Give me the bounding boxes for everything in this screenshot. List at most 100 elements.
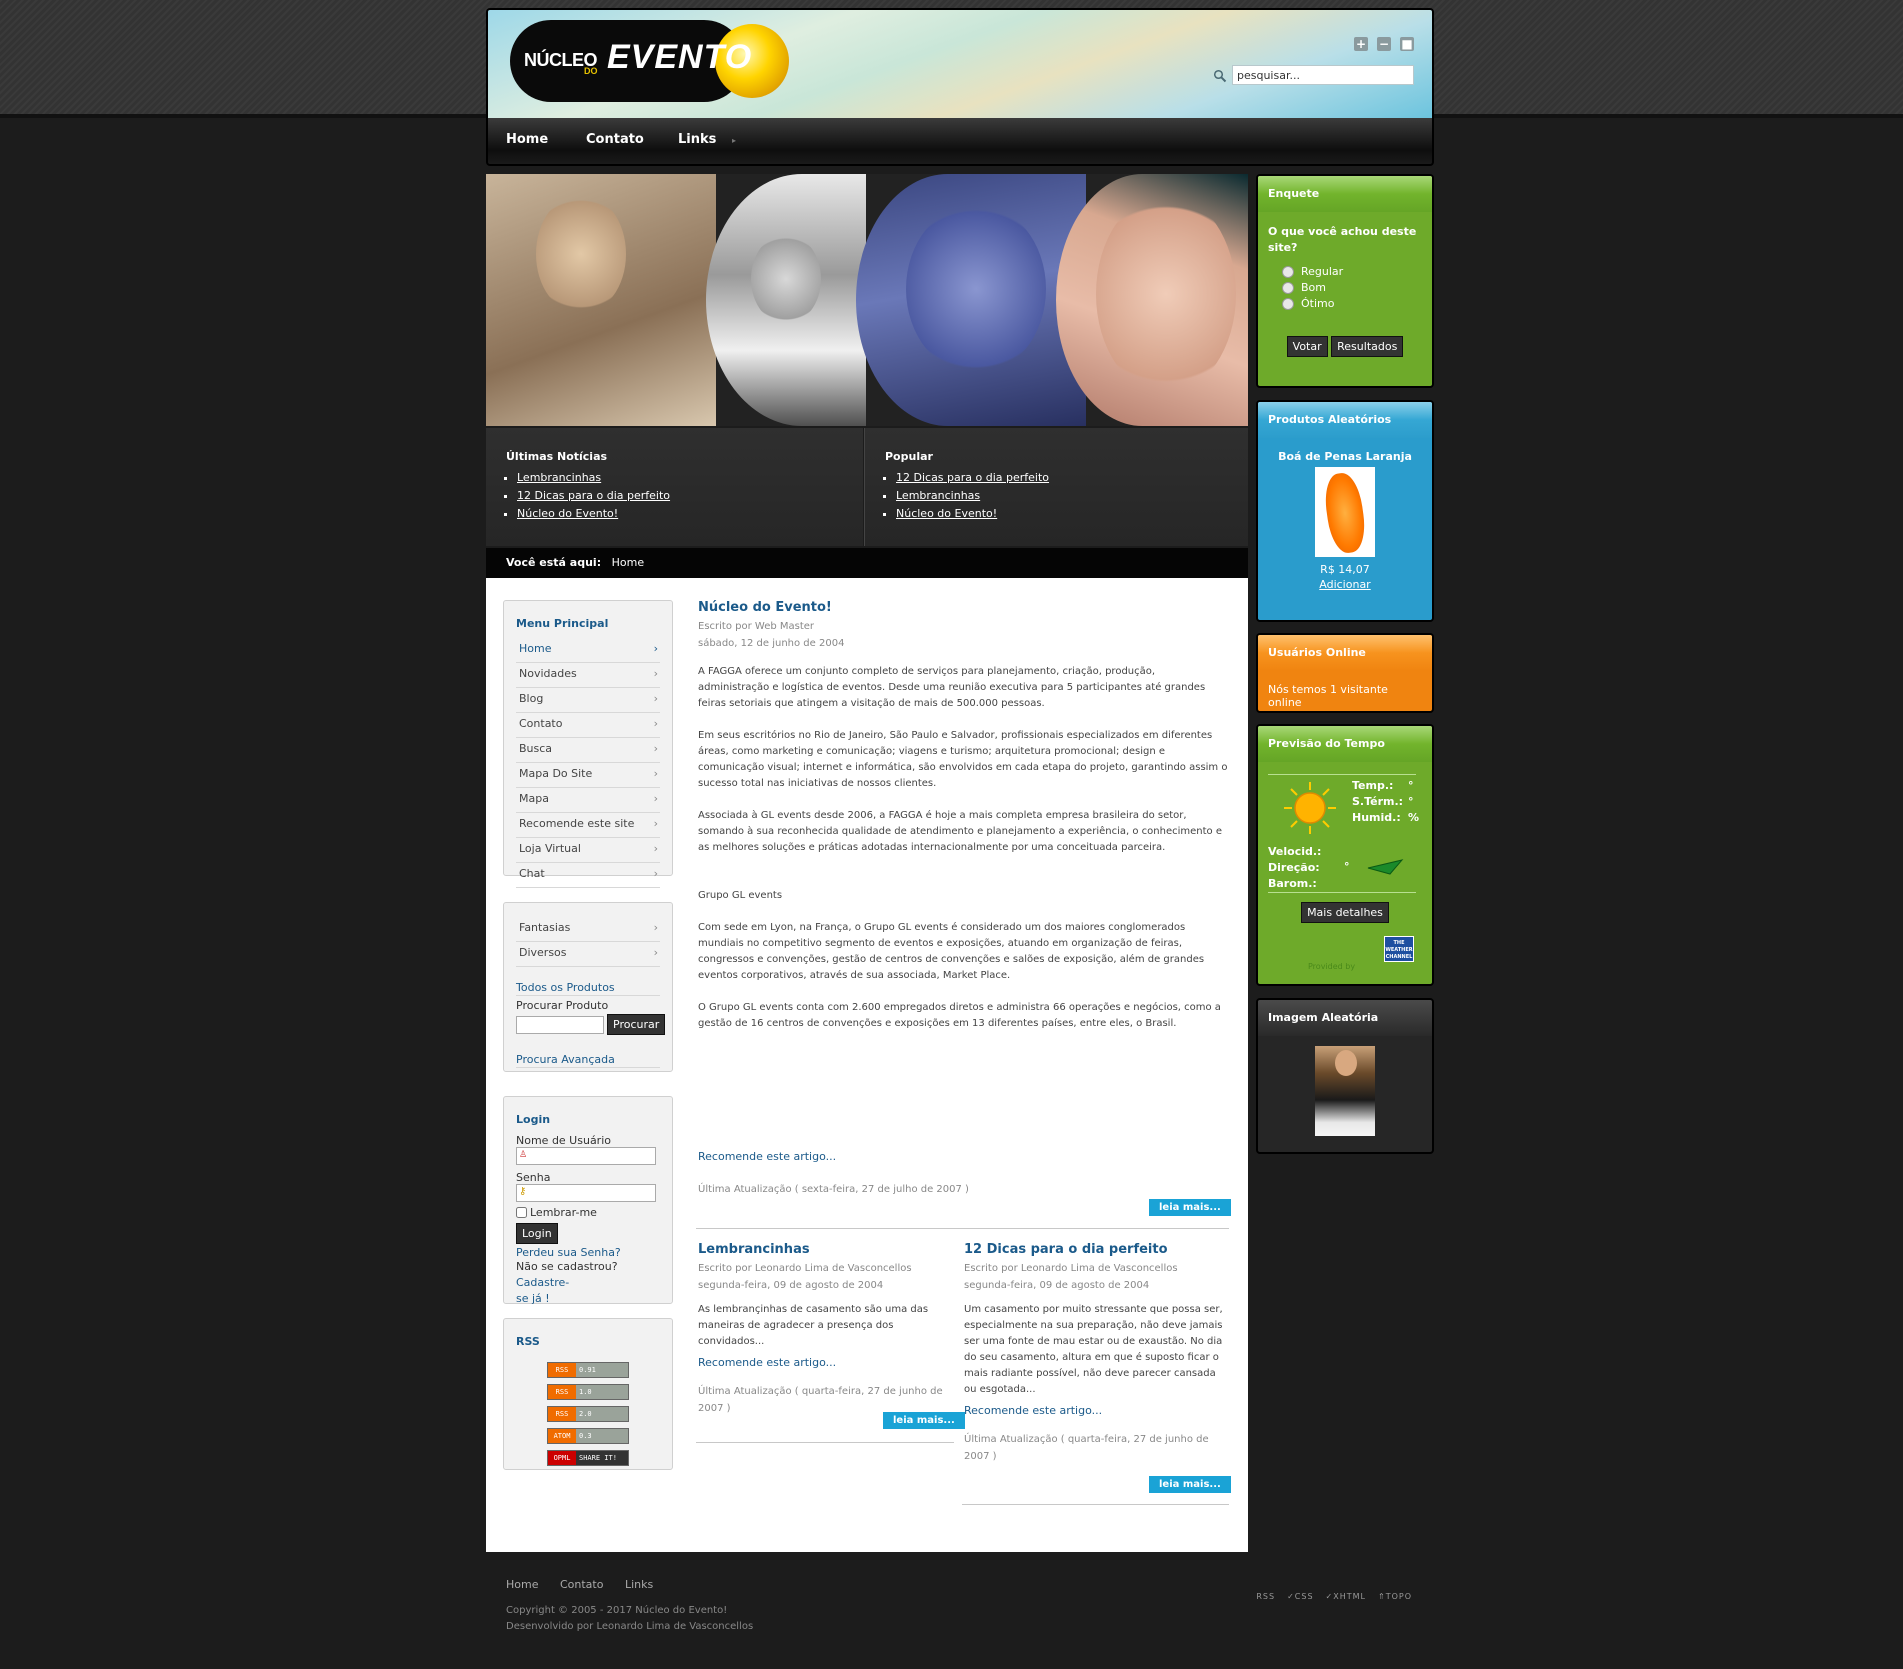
footer-copyright: Copyright © 2005 - 2017 Núcleo do Evento… — [506, 1603, 753, 1635]
rss-10-badge[interactable]: RSS 1.0 — [547, 1384, 629, 1400]
product-price: R$ 14,07 — [1320, 563, 1370, 576]
lost-password-link[interactable]: Perdeu sua Senha? — [516, 1246, 660, 1259]
nav-contato[interactable]: Contato — [586, 132, 644, 147]
product-image[interactable] — [1315, 467, 1375, 557]
poll-radio[interactable] — [1282, 282, 1294, 294]
feel-value: ° — [1408, 795, 1414, 808]
latest-news-link[interactable]: Núcleo do Evento! — [517, 507, 618, 520]
footer-link-home[interactable]: Home — [506, 1578, 538, 1591]
article-date: segunda-feira, 09 de agosto de 2004 — [964, 1280, 1150, 1291]
css-valid-link[interactable]: ✓CSS — [1287, 1592, 1313, 1601]
search-input[interactable] — [1232, 65, 1414, 85]
popular-link[interactable]: Lembrancinhas — [896, 489, 980, 502]
read-more-button[interactable]: leia mais... — [1149, 1199, 1231, 1216]
rss-footer-link[interactable]: RSS — [1256, 1592, 1275, 1601]
nav-home[interactable]: Home — [506, 132, 548, 147]
feel-label: S.Térm.: — [1352, 795, 1404, 808]
menu-item-home[interactable]: Home — [516, 638, 660, 663]
product-search-button[interactable]: Procurar — [607, 1014, 666, 1035]
popular-link[interactable]: Núcleo do Evento! — [896, 507, 997, 520]
menu-item-mapa[interactable]: Mapa — [516, 788, 660, 813]
temp-value: ° — [1408, 779, 1414, 792]
top-link[interactable]: ⇑TOPO — [1378, 1592, 1412, 1601]
username-label: Nome de Usuário — [516, 1134, 611, 1147]
latest-news-box: Últimas Notícias Lembrancinhas 12 Dicas … — [486, 428, 863, 546]
article-title[interactable]: 12 Dicas para o dia perfeito — [964, 1242, 1226, 1257]
menu-item-chat[interactable]: Chat — [516, 863, 660, 888]
results-button[interactable]: Resultados — [1331, 336, 1404, 357]
poll-question: O que você achou deste site? — [1268, 225, 1417, 254]
remember-checkbox[interactable] — [516, 1207, 527, 1218]
shop-item-fantasias[interactable]: Fantasias — [516, 917, 660, 942]
popular-title: Popular — [885, 450, 933, 463]
online-users-text: Nós temos 1 visitante online — [1268, 683, 1388, 709]
direction-value: ° — [1344, 860, 1350, 873]
register-link[interactable]: Cadastre- — [516, 1276, 569, 1289]
recommend-article-link[interactable]: Recomende este artigo... — [698, 1356, 953, 1369]
read-more-button[interactable]: leia mais... — [1149, 1476, 1231, 1493]
direction-label: Direção: — [1268, 861, 1320, 874]
atom-03-badge[interactable]: ATOM 0.3 — [547, 1428, 629, 1444]
weather-more-details-button[interactable]: Mais detalhes — [1301, 902, 1389, 923]
login-button[interactable]: Login — [516, 1223, 558, 1244]
poll-option-otimo[interactable]: Ótimo — [1282, 296, 1432, 312]
article-text: As lembrançinhas de casamento são uma da… — [698, 1304, 929, 1347]
add-to-cart-link[interactable]: Adicionar — [1258, 578, 1432, 591]
article-title[interactable]: Lembrancinhas — [698, 1242, 953, 1257]
footer-link-contato[interactable]: Contato — [560, 1578, 603, 1591]
rss-20-badge[interactable]: RSS 2.0 — [547, 1406, 629, 1422]
weather-title: Previsão do Tempo — [1258, 726, 1432, 762]
read-more-button[interactable]: leia mais... — [883, 1412, 965, 1429]
article-lembrancinhas: Lembrancinhas Escrito por Leonardo Lima … — [698, 1242, 953, 1417]
breadcrumb-current[interactable]: Home — [612, 556, 644, 569]
poll-radio[interactable] — [1282, 298, 1294, 310]
menu-item-mapa-do-site[interactable]: Mapa Do Site — [516, 763, 660, 788]
poll-radio[interactable] — [1282, 266, 1294, 278]
product-search-input[interactable] — [516, 1015, 604, 1034]
font-decrease-button[interactable]: − — [1377, 37, 1391, 51]
xhtml-valid-link[interactable]: ✓XHTML — [1326, 1592, 1366, 1601]
article-paragraph: Associada à GL events desde 2006, a FAGG… — [698, 810, 1222, 853]
font-reset-button[interactable]: ■ — [1400, 37, 1414, 51]
weather-channel-logo[interactable]: THE WEATHER CHANNEL — [1384, 936, 1414, 962]
nav-links[interactable]: Links — [678, 132, 716, 147]
copyright-text: Copyright © 2005 - 2017 Núcleo do Evento… — [506, 1605, 728, 1616]
rss-091-badge[interactable]: RSS 0.91 — [547, 1362, 629, 1378]
article-title[interactable]: Núcleo do Evento! — [698, 600, 1228, 615]
article-subheading: Grupo GL events — [698, 890, 783, 901]
recommend-article-link[interactable]: Recomende este artigo... — [964, 1404, 1226, 1417]
vote-button[interactable]: Votar — [1286, 336, 1328, 357]
menu-item-novidades[interactable]: Novidades — [516, 663, 660, 688]
username-input[interactable] — [516, 1147, 656, 1165]
register-link-cont[interactable]: se já ! — [516, 1292, 550, 1305]
latest-news-link[interactable]: 12 Dicas para o dia perfeito — [517, 489, 670, 502]
all-products-link[interactable]: Todos os Produtos — [516, 981, 660, 996]
menu-item-busca[interactable]: Busca — [516, 738, 660, 763]
random-image-photo[interactable] — [1315, 1046, 1375, 1136]
article-paragraph: Com sede em Lyon, na França, o Grupo GL … — [698, 922, 1205, 981]
font-increase-button[interactable]: + — [1354, 37, 1368, 51]
shop-item-diversos[interactable]: Diversos — [516, 942, 660, 967]
menu-item-recomende[interactable]: Recomende este site — [516, 813, 660, 838]
shop-menu-box: Fantasias Diversos Todos os Produtos Pro… — [503, 902, 673, 1072]
popular-box: Popular 12 Dicas para o dia perfeito Lem… — [864, 428, 1248, 546]
poll-option-bom[interactable]: Bom — [1282, 280, 1432, 296]
random-products-title: Produtos Aleatórios — [1258, 402, 1432, 438]
latest-news-link[interactable]: Lembrancinhas — [517, 471, 601, 484]
advanced-search-link[interactable]: Procura Avançada — [516, 1053, 660, 1068]
opml-badge[interactable]: OPML SHARE IT! — [547, 1450, 629, 1466]
banner-photo-sepia — [486, 174, 716, 426]
login-box: Login Nome de Usuário ♙ Senha ⚷ Lembrar-… — [503, 1096, 673, 1305]
article-date: sábado, 12 de junho de 2004 — [698, 638, 845, 649]
menu-item-blog[interactable]: Blog — [516, 688, 660, 713]
popular-link[interactable]: 12 Dicas para o dia perfeito — [896, 471, 1049, 484]
site-logo[interactable]: NÚCLEO DO EVENTO — [510, 20, 789, 102]
menu-item-loja-virtual[interactable]: Loja Virtual — [516, 838, 660, 863]
recommend-article-link[interactable]: Recomende este artigo... — [698, 1150, 836, 1163]
poll-option-regular[interactable]: Regular — [1282, 264, 1432, 280]
password-input[interactable] — [516, 1184, 656, 1202]
footer-link-links[interactable]: Links — [625, 1578, 653, 1591]
menu-item-contato[interactable]: Contato — [516, 713, 660, 738]
footer-badges: RSS ✓CSS ✓XHTML ⇑TOPO — [1256, 1592, 1412, 1601]
product-name[interactable]: Boá de Penas Laranja — [1258, 450, 1432, 463]
